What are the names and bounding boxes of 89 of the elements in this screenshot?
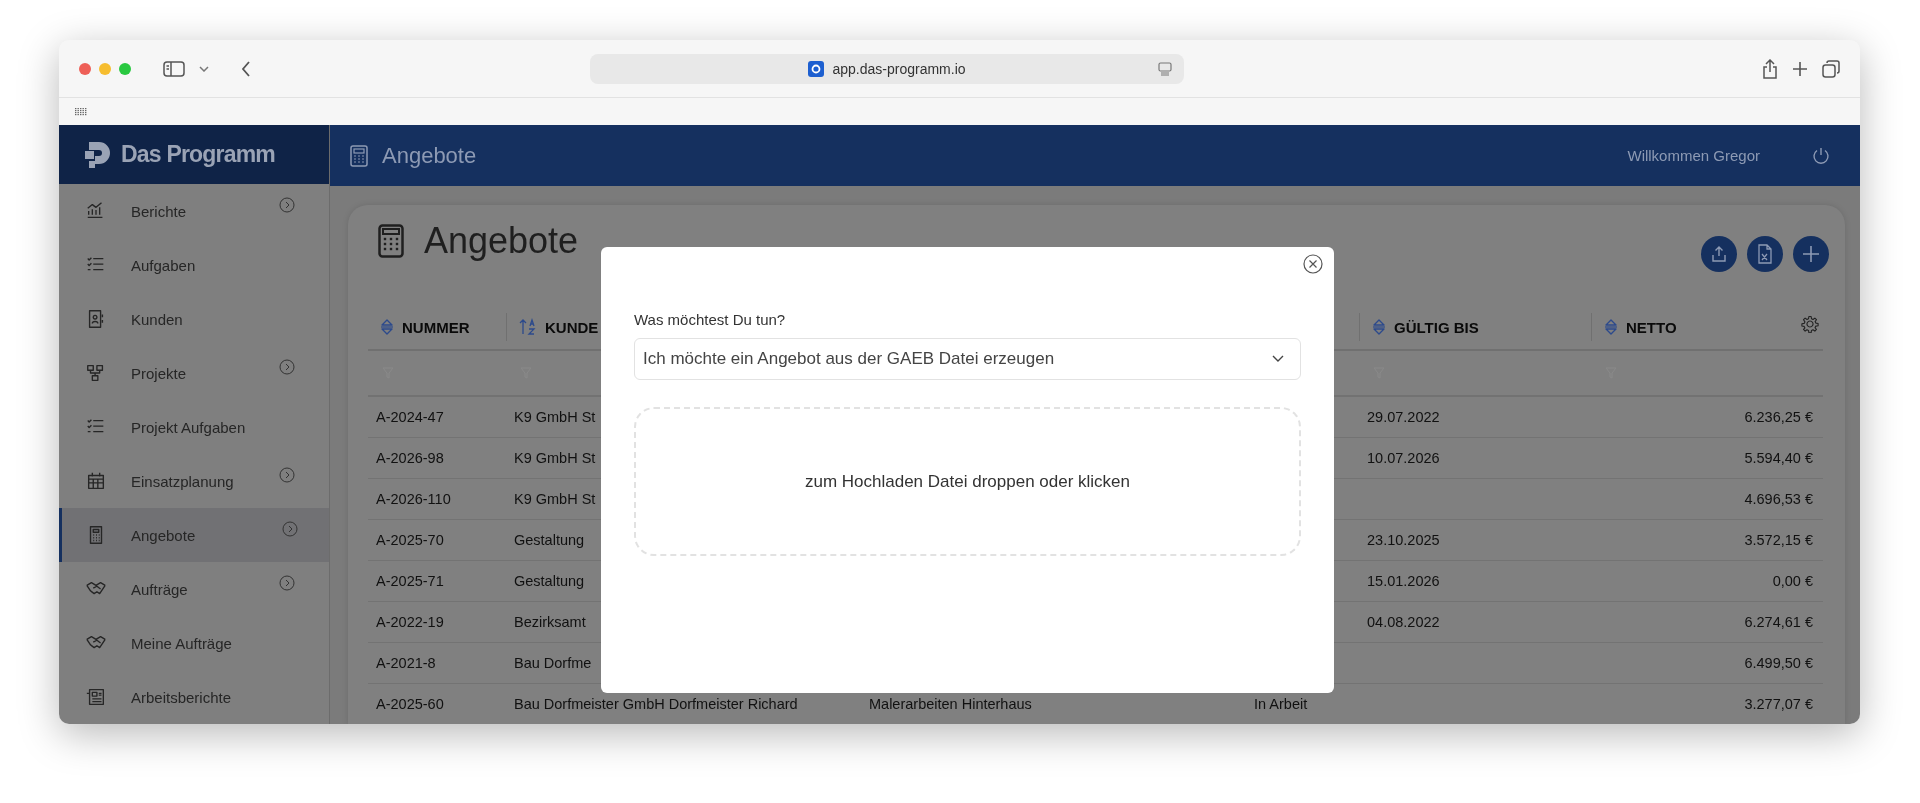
column-header[interactable]: NUMMER [402, 318, 470, 336]
table-cell: 15.01.2026 [1367, 573, 1440, 589]
table-cell: 4.696,53 € [1744, 491, 1813, 507]
table-cell: A-2025-71 [376, 573, 444, 589]
table-cell: Bau Dorfme [514, 655, 592, 671]
spreadsheet-file-icon [1757, 244, 1773, 264]
column-header[interactable]: NETTO [1626, 318, 1677, 336]
sidebar-item[interactable]: Aufträge [59, 562, 329, 616]
file-dropzone[interactable]: zum Hochladen Datei droppen oder klicken [634, 407, 1301, 556]
page-title: Angebote [424, 220, 579, 262]
chevron-down-icon[interactable] [199, 65, 209, 72]
back-icon[interactable] [241, 60, 251, 77]
calendar-icon [85, 470, 107, 492]
column-header[interactable]: GÜLTIG BIS [1394, 318, 1479, 336]
apps-grid-icon[interactable] [75, 107, 87, 116]
welcome-text: Willkommen Gregor [1627, 147, 1760, 164]
chevron-down-icon [1272, 355, 1284, 363]
table-cell: 6.236,25 € [1744, 409, 1813, 425]
calculator-icon [350, 144, 368, 167]
sidebar-item[interactable]: Angebote [59, 508, 329, 562]
excel-export-button[interactable] [1747, 236, 1783, 272]
newspaper-icon [85, 686, 107, 708]
add-button[interactable] [1793, 236, 1829, 272]
logo-icon [85, 140, 111, 169]
url-text: app.das-programm.io [832, 60, 966, 77]
table-cell: In Arbeit [1254, 696, 1308, 712]
chevron-circle-icon[interactable] [279, 467, 295, 483]
reader-icon[interactable] [1158, 61, 1172, 76]
sort-ascending-icon[interactable] [519, 318, 537, 336]
table-cell: K9 GmbH St [514, 491, 596, 507]
close-icon[interactable] [1303, 254, 1323, 274]
table-cell: K9 GmbH St [514, 409, 596, 425]
table-cell: Gestaltung [514, 532, 585, 548]
sidebar-item[interactable]: Arbeitsberichte [59, 670, 329, 724]
table-cell: Malerarbeiten Hinterhaus [869, 696, 1032, 712]
sort-icon[interactable] [380, 318, 394, 336]
sidebar-toggle-icon[interactable] [163, 60, 185, 77]
chevron-circle-icon[interactable] [282, 521, 298, 537]
site-logo-icon [808, 60, 825, 77]
sidebar-item[interactable]: Meine Aufträge [59, 616, 329, 670]
column-header[interactable]: KUNDE [545, 318, 599, 336]
sidebar-item[interactable]: Einsatzplanung [59, 454, 329, 508]
table-cell: A-2026-98 [376, 450, 444, 466]
table-cell: K9 GmbH St [514, 450, 596, 466]
sidebar-item[interactable]: Berichte [59, 184, 329, 238]
zoom-window-icon[interactable] [119, 62, 131, 75]
table-cell: 3.277,07 € [1744, 696, 1813, 712]
table-cell: A-2025-70 [376, 532, 444, 548]
field-label: Was möchtest Du tun? [634, 311, 787, 328]
close-window-icon[interactable] [79, 62, 91, 75]
chevron-circle-icon[interactable] [279, 359, 295, 375]
new-tab-icon[interactable] [1792, 60, 1808, 77]
table-cell: 10.07.2026 [1367, 450, 1440, 466]
table-cell: A-2025-60 [376, 696, 444, 712]
sidebar-item[interactable]: Aufgaben [59, 238, 329, 292]
section-title: Angebote [382, 142, 477, 169]
table-cell: 04.08.2022 [1367, 614, 1440, 630]
table-cell: 5.594,40 € [1744, 450, 1813, 466]
calculator-icon [378, 224, 404, 258]
table-cell: A-2021-8 [376, 655, 436, 671]
tabs-overview-icon[interactable] [1822, 59, 1840, 78]
logo[interactable]: Das Programm [59, 125, 329, 184]
sort-icon[interactable] [1604, 318, 1618, 336]
table-cell: 6.274,61 € [1744, 614, 1813, 630]
table-cell: 3.572,15 € [1744, 532, 1813, 548]
table-cell: Bau Dorfmeister GmbH Dorfmeister Richard [514, 696, 798, 712]
table-cell: Bezirksamt [514, 614, 586, 630]
table-cell: 23.10.2025 [1367, 532, 1440, 548]
table-cell: A-2024-47 [376, 409, 444, 425]
address-bar[interactable]: app.das-programm.io [590, 53, 1184, 84]
upload-button[interactable] [1701, 236, 1737, 272]
plus-icon [1802, 245, 1820, 263]
chevron-circle-icon[interactable] [279, 197, 295, 213]
action-dropdown[interactable]: Ich möchte ein Angebot aus der GAEB Datei erzeugen [634, 338, 1301, 380]
share-icon[interactable] [1762, 58, 1778, 79]
sidebar-item[interactable]: Kunden [59, 292, 329, 346]
chevron-circle-icon[interactable] [279, 575, 295, 591]
table-cell: Gestaltung [514, 573, 585, 589]
table-cell: A-2022-19 [376, 614, 444, 630]
table-cell: A-2026-110 [376, 491, 451, 507]
upload-icon [1710, 245, 1728, 263]
table-cell: 6.499,50 € [1744, 655, 1813, 671]
table-cell: 0,00 € [1772, 573, 1813, 589]
sidebar-item[interactable]: Projekt Aufgaben [59, 400, 329, 454]
sort-icon[interactable] [1372, 318, 1386, 336]
table-cell: 29.07.2022 [1367, 409, 1440, 425]
settings-icon[interactable] [1801, 315, 1819, 333]
sidebar-item[interactable]: Projekte [59, 346, 329, 400]
power-icon[interactable] [1812, 146, 1830, 165]
